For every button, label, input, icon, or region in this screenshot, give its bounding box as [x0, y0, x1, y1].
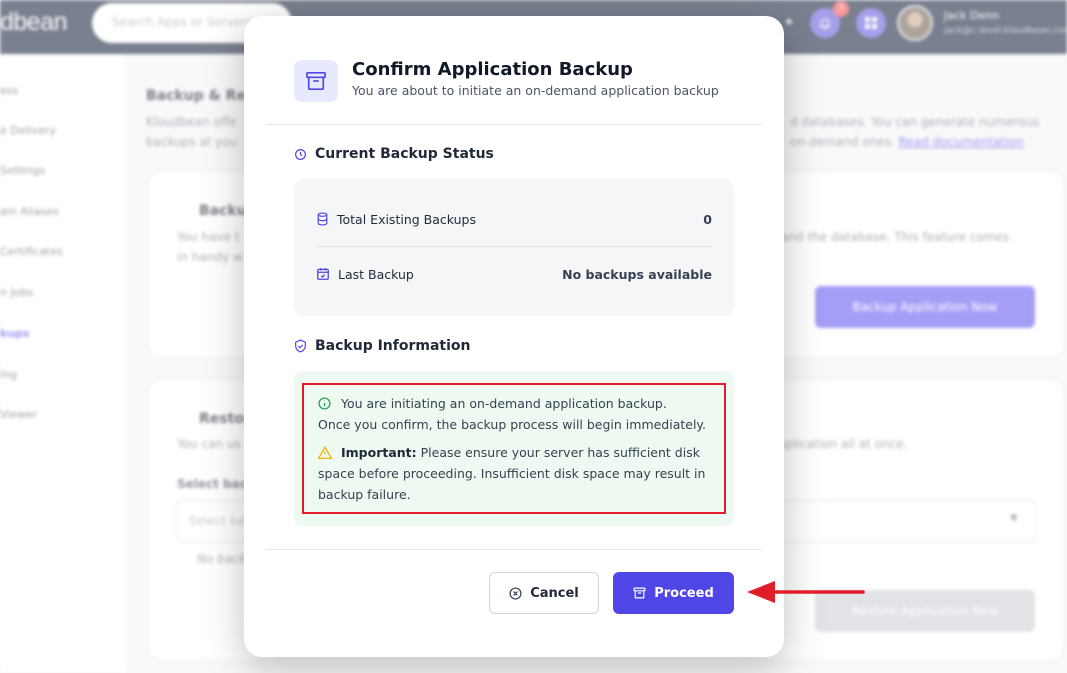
shield-check-icon	[295, 339, 306, 353]
backup-information-heading: Backup Information	[294, 338, 471, 354]
last-backup-row: Last Backup No backups available	[316, 264, 712, 284]
modal-subtitle: You are about to initiate an on-demand a…	[352, 83, 719, 98]
total-backups-row: Total Existing Backups 0	[316, 209, 712, 229]
info-line: You are initiating an on-demand applicat…	[318, 393, 667, 414]
cancel-button[interactable]: Cancel	[489, 572, 599, 614]
calendar-check-icon	[317, 268, 329, 280]
section-title-text: Backup Information	[315, 338, 471, 354]
backup-status-panel: Total Existing Backups 0 Last Backup No …	[294, 179, 734, 316]
info-text: You are initiating an on-demand applicat…	[340, 396, 667, 411]
current-backup-status-heading: Current Backup Status	[294, 146, 494, 162]
important-line: backup failure.	[318, 487, 411, 502]
last-backup-label-text: Last Backup	[338, 266, 414, 282]
modal-title: Confirm Application Backup	[352, 59, 633, 80]
proceed-button[interactable]: Proceed	[613, 572, 734, 614]
total-backups-label-text: Total Existing Backups	[337, 211, 476, 227]
last-backup-value: No backups available	[562, 266, 712, 282]
cancel-button-label: Cancel	[530, 585, 579, 601]
important-line: Important: Please ensure your server has…	[317, 442, 700, 463]
archive-icon	[633, 587, 646, 599]
important-text: Please ensure your server has sufficient…	[420, 445, 700, 460]
close-circle-icon	[509, 586, 522, 600]
clock-icon	[295, 148, 306, 160]
backup-info-highlight: You are initiating an on-demand applicat…	[302, 383, 726, 514]
status-divider	[316, 246, 712, 247]
warning-icon	[317, 445, 333, 459]
info-circle-icon	[318, 397, 331, 410]
important-label: Important:	[340, 445, 417, 460]
modal-footer-divider	[266, 549, 762, 550]
total-backups-label: Total Existing Backups	[316, 212, 476, 227]
proceed-button-label: Proceed	[654, 585, 714, 601]
important-line: space before proceeding. Insufficient di…	[318, 466, 706, 481]
database-icon	[317, 212, 328, 226]
confirm-backup-modal: Confirm Application Backup You are about…	[244, 16, 784, 657]
info-line: Once you confirm, the backup process wil…	[318, 417, 707, 432]
modal-divider	[266, 124, 762, 125]
section-title-text: Current Backup Status	[315, 146, 494, 162]
total-backups-value: 0	[703, 211, 712, 227]
pointer-arrow-icon	[747, 581, 865, 603]
archive-icon	[294, 60, 338, 102]
last-backup-label: Last Backup	[316, 267, 414, 282]
